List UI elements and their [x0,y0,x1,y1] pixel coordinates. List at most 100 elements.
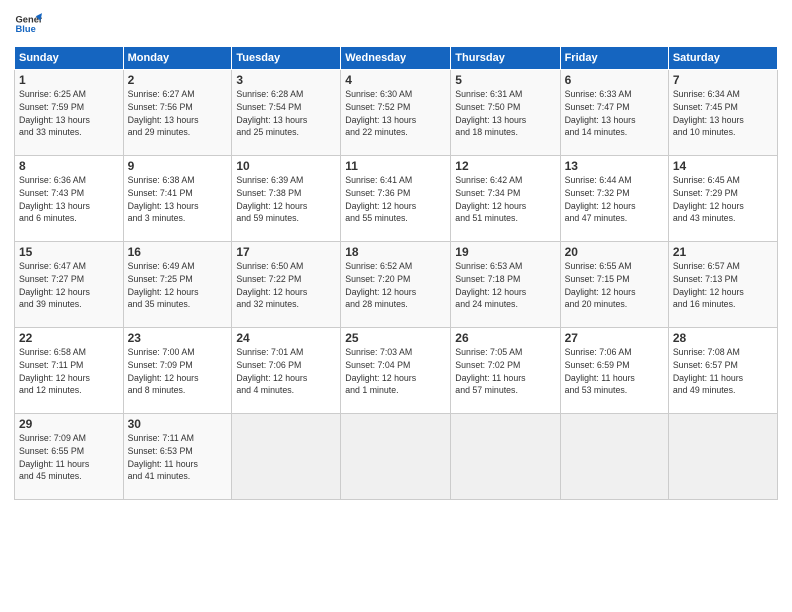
day-number: 12 [455,159,555,173]
table-row: 30Sunrise: 7:11 AM Sunset: 6:53 PM Dayli… [123,414,232,500]
day-info: Sunrise: 7:06 AM Sunset: 6:59 PM Dayligh… [565,346,664,397]
day-number: 18 [345,245,446,259]
table-row: 15Sunrise: 6:47 AM Sunset: 7:27 PM Dayli… [15,242,124,328]
logo-icon: General Blue [14,10,42,38]
day-info: Sunrise: 7:05 AM Sunset: 7:02 PM Dayligh… [455,346,555,397]
table-row: 14Sunrise: 6:45 AM Sunset: 7:29 PM Dayli… [668,156,777,242]
day-info: Sunrise: 6:25 AM Sunset: 7:59 PM Dayligh… [19,88,119,139]
table-row: 29Sunrise: 7:09 AM Sunset: 6:55 PM Dayli… [15,414,124,500]
day-number: 16 [128,245,228,259]
day-info: Sunrise: 6:39 AM Sunset: 7:38 PM Dayligh… [236,174,336,225]
table-row: 19Sunrise: 6:53 AM Sunset: 7:18 PM Dayli… [451,242,560,328]
table-row: 25Sunrise: 7:03 AM Sunset: 7:04 PM Dayli… [341,328,451,414]
day-number: 23 [128,331,228,345]
day-info: Sunrise: 6:36 AM Sunset: 7:43 PM Dayligh… [19,174,119,225]
table-row: 26Sunrise: 7:05 AM Sunset: 7:02 PM Dayli… [451,328,560,414]
table-row: 12Sunrise: 6:42 AM Sunset: 7:34 PM Dayli… [451,156,560,242]
day-number: 26 [455,331,555,345]
day-info: Sunrise: 7:11 AM Sunset: 6:53 PM Dayligh… [128,432,228,483]
day-number: 5 [455,73,555,87]
table-row: 7Sunrise: 6:34 AM Sunset: 7:45 PM Daylig… [668,70,777,156]
table-row: 16Sunrise: 6:49 AM Sunset: 7:25 PM Dayli… [123,242,232,328]
table-row: 5Sunrise: 6:31 AM Sunset: 7:50 PM Daylig… [451,70,560,156]
day-number: 15 [19,245,119,259]
table-row: 18Sunrise: 6:52 AM Sunset: 7:20 PM Dayli… [341,242,451,328]
day-number: 30 [128,417,228,431]
day-info: Sunrise: 6:31 AM Sunset: 7:50 PM Dayligh… [455,88,555,139]
table-row: 10Sunrise: 6:39 AM Sunset: 7:38 PM Dayli… [232,156,341,242]
day-info: Sunrise: 6:52 AM Sunset: 7:20 PM Dayligh… [345,260,446,311]
col-header-tuesday: Tuesday [232,47,341,70]
day-info: Sunrise: 7:03 AM Sunset: 7:04 PM Dayligh… [345,346,446,397]
day-info: Sunrise: 6:49 AM Sunset: 7:25 PM Dayligh… [128,260,228,311]
table-row [451,414,560,500]
col-header-thursday: Thursday [451,47,560,70]
day-info: Sunrise: 6:53 AM Sunset: 7:18 PM Dayligh… [455,260,555,311]
svg-text:Blue: Blue [16,24,36,34]
day-info: Sunrise: 7:01 AM Sunset: 7:06 PM Dayligh… [236,346,336,397]
table-row: 20Sunrise: 6:55 AM Sunset: 7:15 PM Dayli… [560,242,668,328]
day-number: 6 [565,73,664,87]
day-number: 24 [236,331,336,345]
day-info: Sunrise: 6:27 AM Sunset: 7:56 PM Dayligh… [128,88,228,139]
day-info: Sunrise: 6:38 AM Sunset: 7:41 PM Dayligh… [128,174,228,225]
day-info: Sunrise: 7:09 AM Sunset: 6:55 PM Dayligh… [19,432,119,483]
day-number: 13 [565,159,664,173]
table-row: 28Sunrise: 7:08 AM Sunset: 6:57 PM Dayli… [668,328,777,414]
page-header: General Blue [14,10,778,38]
day-info: Sunrise: 6:34 AM Sunset: 7:45 PM Dayligh… [673,88,773,139]
table-row: 24Sunrise: 7:01 AM Sunset: 7:06 PM Dayli… [232,328,341,414]
day-info: Sunrise: 6:57 AM Sunset: 7:13 PM Dayligh… [673,260,773,311]
table-row: 17Sunrise: 6:50 AM Sunset: 7:22 PM Dayli… [232,242,341,328]
day-info: Sunrise: 6:42 AM Sunset: 7:34 PM Dayligh… [455,174,555,225]
day-number: 14 [673,159,773,173]
table-row: 6Sunrise: 6:33 AM Sunset: 7:47 PM Daylig… [560,70,668,156]
logo: General Blue [14,10,42,38]
table-row: 21Sunrise: 6:57 AM Sunset: 7:13 PM Dayli… [668,242,777,328]
day-info: Sunrise: 6:47 AM Sunset: 7:27 PM Dayligh… [19,260,119,311]
day-number: 22 [19,331,119,345]
day-info: Sunrise: 6:28 AM Sunset: 7:54 PM Dayligh… [236,88,336,139]
table-row: 1Sunrise: 6:25 AM Sunset: 7:59 PM Daylig… [15,70,124,156]
table-row: 2Sunrise: 6:27 AM Sunset: 7:56 PM Daylig… [123,70,232,156]
day-info: Sunrise: 6:44 AM Sunset: 7:32 PM Dayligh… [565,174,664,225]
day-number: 17 [236,245,336,259]
table-row [560,414,668,500]
day-number: 7 [673,73,773,87]
day-number: 27 [565,331,664,345]
col-header-monday: Monday [123,47,232,70]
day-number: 21 [673,245,773,259]
col-header-sunday: Sunday [15,47,124,70]
day-number: 29 [19,417,119,431]
table-row: 13Sunrise: 6:44 AM Sunset: 7:32 PM Dayli… [560,156,668,242]
day-info: Sunrise: 6:50 AM Sunset: 7:22 PM Dayligh… [236,260,336,311]
table-row: 11Sunrise: 6:41 AM Sunset: 7:36 PM Dayli… [341,156,451,242]
col-header-wednesday: Wednesday [341,47,451,70]
day-number: 4 [345,73,446,87]
calendar-table: SundayMondayTuesdayWednesdayThursdayFrid… [14,46,778,500]
day-number: 11 [345,159,446,173]
table-row [668,414,777,500]
day-info: Sunrise: 6:33 AM Sunset: 7:47 PM Dayligh… [565,88,664,139]
day-number: 1 [19,73,119,87]
day-number: 2 [128,73,228,87]
day-number: 20 [565,245,664,259]
day-number: 19 [455,245,555,259]
table-row: 27Sunrise: 7:06 AM Sunset: 6:59 PM Dayli… [560,328,668,414]
day-info: Sunrise: 6:30 AM Sunset: 7:52 PM Dayligh… [345,88,446,139]
day-info: Sunrise: 6:45 AM Sunset: 7:29 PM Dayligh… [673,174,773,225]
col-header-friday: Friday [560,47,668,70]
day-number: 10 [236,159,336,173]
day-info: Sunrise: 6:58 AM Sunset: 7:11 PM Dayligh… [19,346,119,397]
day-info: Sunrise: 6:41 AM Sunset: 7:36 PM Dayligh… [345,174,446,225]
day-info: Sunrise: 7:00 AM Sunset: 7:09 PM Dayligh… [128,346,228,397]
table-row: 3Sunrise: 6:28 AM Sunset: 7:54 PM Daylig… [232,70,341,156]
day-number: 28 [673,331,773,345]
table-row: 23Sunrise: 7:00 AM Sunset: 7:09 PM Dayli… [123,328,232,414]
table-row: 22Sunrise: 6:58 AM Sunset: 7:11 PM Dayli… [15,328,124,414]
day-info: Sunrise: 7:08 AM Sunset: 6:57 PM Dayligh… [673,346,773,397]
day-info: Sunrise: 6:55 AM Sunset: 7:15 PM Dayligh… [565,260,664,311]
day-number: 3 [236,73,336,87]
table-row: 9Sunrise: 6:38 AM Sunset: 7:41 PM Daylig… [123,156,232,242]
table-row [232,414,341,500]
